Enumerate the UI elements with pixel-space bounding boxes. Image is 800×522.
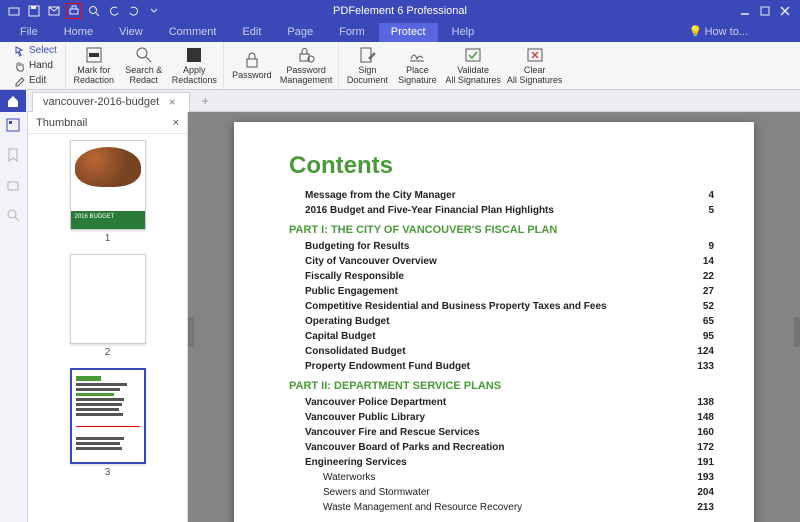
qat-drop-icon[interactable]	[146, 3, 162, 19]
apply-redactions-button[interactable]: ApplyRedactions	[172, 45, 217, 86]
menu-protect[interactable]: Protect	[379, 23, 438, 42]
menu-view[interactable]: View	[107, 23, 155, 42]
toc-row[interactable]: Vancouver Board of Parks and Recreation1…	[289, 440, 714, 455]
thumbnail-title: Thumbnail	[36, 117, 87, 129]
new-tab-button[interactable]: +	[198, 94, 212, 108]
search-panel-icon[interactable]	[6, 208, 22, 224]
save-icon[interactable]	[26, 3, 42, 19]
toc-row[interactable]: Vancouver Police Department138	[289, 395, 714, 410]
hand-tool[interactable]: Hand	[12, 59, 59, 73]
sign-document-button[interactable]: SignDocument	[345, 45, 389, 86]
ribbon-group-sign: SignDocument PlaceSignature ValidateAll …	[339, 42, 568, 89]
window-controls	[736, 4, 800, 18]
thumbnail-panel: Thumbnail × 2016 BUDGET 1 2	[28, 112, 188, 522]
mark-redaction-button[interactable]: Mark forRedaction	[72, 45, 116, 86]
menu-help[interactable]: Help	[440, 23, 487, 42]
toc-row[interactable]: Consolidated Budget124	[289, 344, 714, 359]
edit-tool[interactable]: Edit	[12, 74, 59, 88]
toc-row[interactable]: Vancouver Fire and Rescue Services160	[289, 425, 714, 440]
password-management-button[interactable]: PasswordManagement	[280, 45, 333, 86]
quick-access-toolbar	[0, 3, 162, 19]
menu-home[interactable]: Home	[52, 23, 105, 42]
search-icon[interactable]	[86, 3, 102, 19]
thumbnails-icon[interactable]	[6, 118, 22, 134]
ribbon-group-password: Password PasswordManagement	[224, 42, 340, 89]
tab-label: vancouver-2016-budget	[43, 96, 159, 108]
document-page: Contents Message from the City Manager42…	[234, 122, 754, 522]
pane-handle-right[interactable]	[794, 317, 800, 347]
bookmark-icon[interactable]	[6, 148, 22, 164]
toc-row[interactable]: Capital Budget95	[289, 329, 714, 344]
contents-heading: Contents	[289, 152, 714, 180]
menu-edit[interactable]: Edit	[230, 23, 273, 42]
sidebar-rail	[0, 112, 28, 522]
validate-signatures-button[interactable]: ValidateAll Signatures	[445, 45, 501, 86]
ribbon-group-redact: Mark forRedaction Search &Redact ApplyRe…	[66, 42, 224, 89]
menu-bar: File Home View Comment Edit Page Form Pr…	[0, 22, 800, 42]
close-button[interactable]	[776, 4, 794, 18]
toc-row[interactable]: Property Endowment Fund Budget133	[289, 359, 714, 374]
toc-row[interactable]: Budgeting for Results9	[289, 239, 714, 254]
menu-comment[interactable]: Comment	[157, 23, 229, 42]
mail-icon[interactable]	[46, 3, 62, 19]
toc-subrow[interactable]: Sewers and Stormwater204	[289, 485, 714, 500]
toc-row[interactable]: Engineering Services191	[289, 455, 714, 470]
menu-file[interactable]: File	[8, 23, 50, 42]
toc-row[interactable]: City of Vancouver Overview14	[289, 254, 714, 269]
toc-subrow[interactable]: Waterworks193	[289, 470, 714, 485]
page-view[interactable]: Contents Message from the City Manager42…	[188, 112, 800, 522]
search-redact-button[interactable]: Search &Redact	[122, 45, 166, 86]
how-to-hint[interactable]: 💡 How to...	[689, 25, 748, 38]
open-icon[interactable]	[6, 3, 22, 19]
toc-row[interactable]: Public Engagement27	[289, 284, 714, 299]
tab-home-icon[interactable]	[0, 90, 26, 112]
thumbnail-list[interactable]: 2016 BUDGET 1 2 3	[28, 134, 187, 522]
attachments-icon[interactable]	[6, 178, 22, 194]
document-tabs: vancouver-2016-budget × +	[0, 90, 800, 112]
toc-section-heading: PART II: DEPARTMENT SERVICE PLANS	[289, 380, 714, 392]
title-bar: PDFelement 6 Professional	[0, 0, 800, 22]
bulb-icon: 💡	[689, 25, 703, 38]
clear-signatures-button[interactable]: ClearAll Signatures	[507, 45, 563, 86]
document-tab[interactable]: vancouver-2016-budget ×	[32, 92, 190, 112]
toc-subrow[interactable]: Waste Management and Resource Recovery21…	[289, 500, 714, 515]
place-signature-button[interactable]: PlaceSignature	[395, 45, 439, 86]
print-icon[interactable]	[66, 3, 82, 19]
toc-row[interactable]: Vancouver Public Library148	[289, 410, 714, 425]
panel-close-button[interactable]: ×	[173, 117, 179, 129]
toc-section-heading: PART I: THE CITY OF VANCOUVER'S FISCAL P…	[289, 224, 714, 236]
menu-form[interactable]: Form	[327, 23, 377, 42]
menu-page[interactable]: Page	[275, 23, 325, 42]
maximize-button[interactable]	[756, 4, 774, 18]
thumbnail-page-3[interactable]: 3	[28, 368, 187, 478]
table-of-contents: Message from the City Manager42016 Budge…	[289, 188, 714, 515]
thumbnail-page-2[interactable]: 2	[28, 254, 187, 358]
select-tool[interactable]: Select	[12, 44, 59, 58]
toc-row[interactable]: Fiscally Responsible22	[289, 269, 714, 284]
minimize-button[interactable]	[736, 4, 754, 18]
password-button[interactable]: Password	[230, 45, 274, 86]
undo-icon[interactable]	[106, 3, 122, 19]
workspace: Thumbnail × 2016 BUDGET 1 2	[0, 112, 800, 522]
tab-close-button[interactable]: ×	[165, 95, 179, 109]
ribbon-group-tools: Select Hand Edit	[6, 42, 66, 89]
thumbnail-panel-header: Thumbnail ×	[28, 112, 187, 134]
toc-row[interactable]: Competitive Residential and Business Pro…	[289, 299, 714, 314]
thumbnail-page-1[interactable]: 2016 BUDGET 1	[28, 140, 187, 244]
toc-row[interactable]: Message from the City Manager4	[289, 188, 714, 203]
toc-row[interactable]: Operating Budget65	[289, 314, 714, 329]
ribbon: Select Hand Edit Mark forRedaction Searc…	[0, 42, 800, 90]
redo-icon[interactable]	[126, 3, 142, 19]
pane-handle-left[interactable]	[188, 317, 194, 347]
toc-row[interactable]: 2016 Budget and Five-Year Financial Plan…	[289, 203, 714, 218]
